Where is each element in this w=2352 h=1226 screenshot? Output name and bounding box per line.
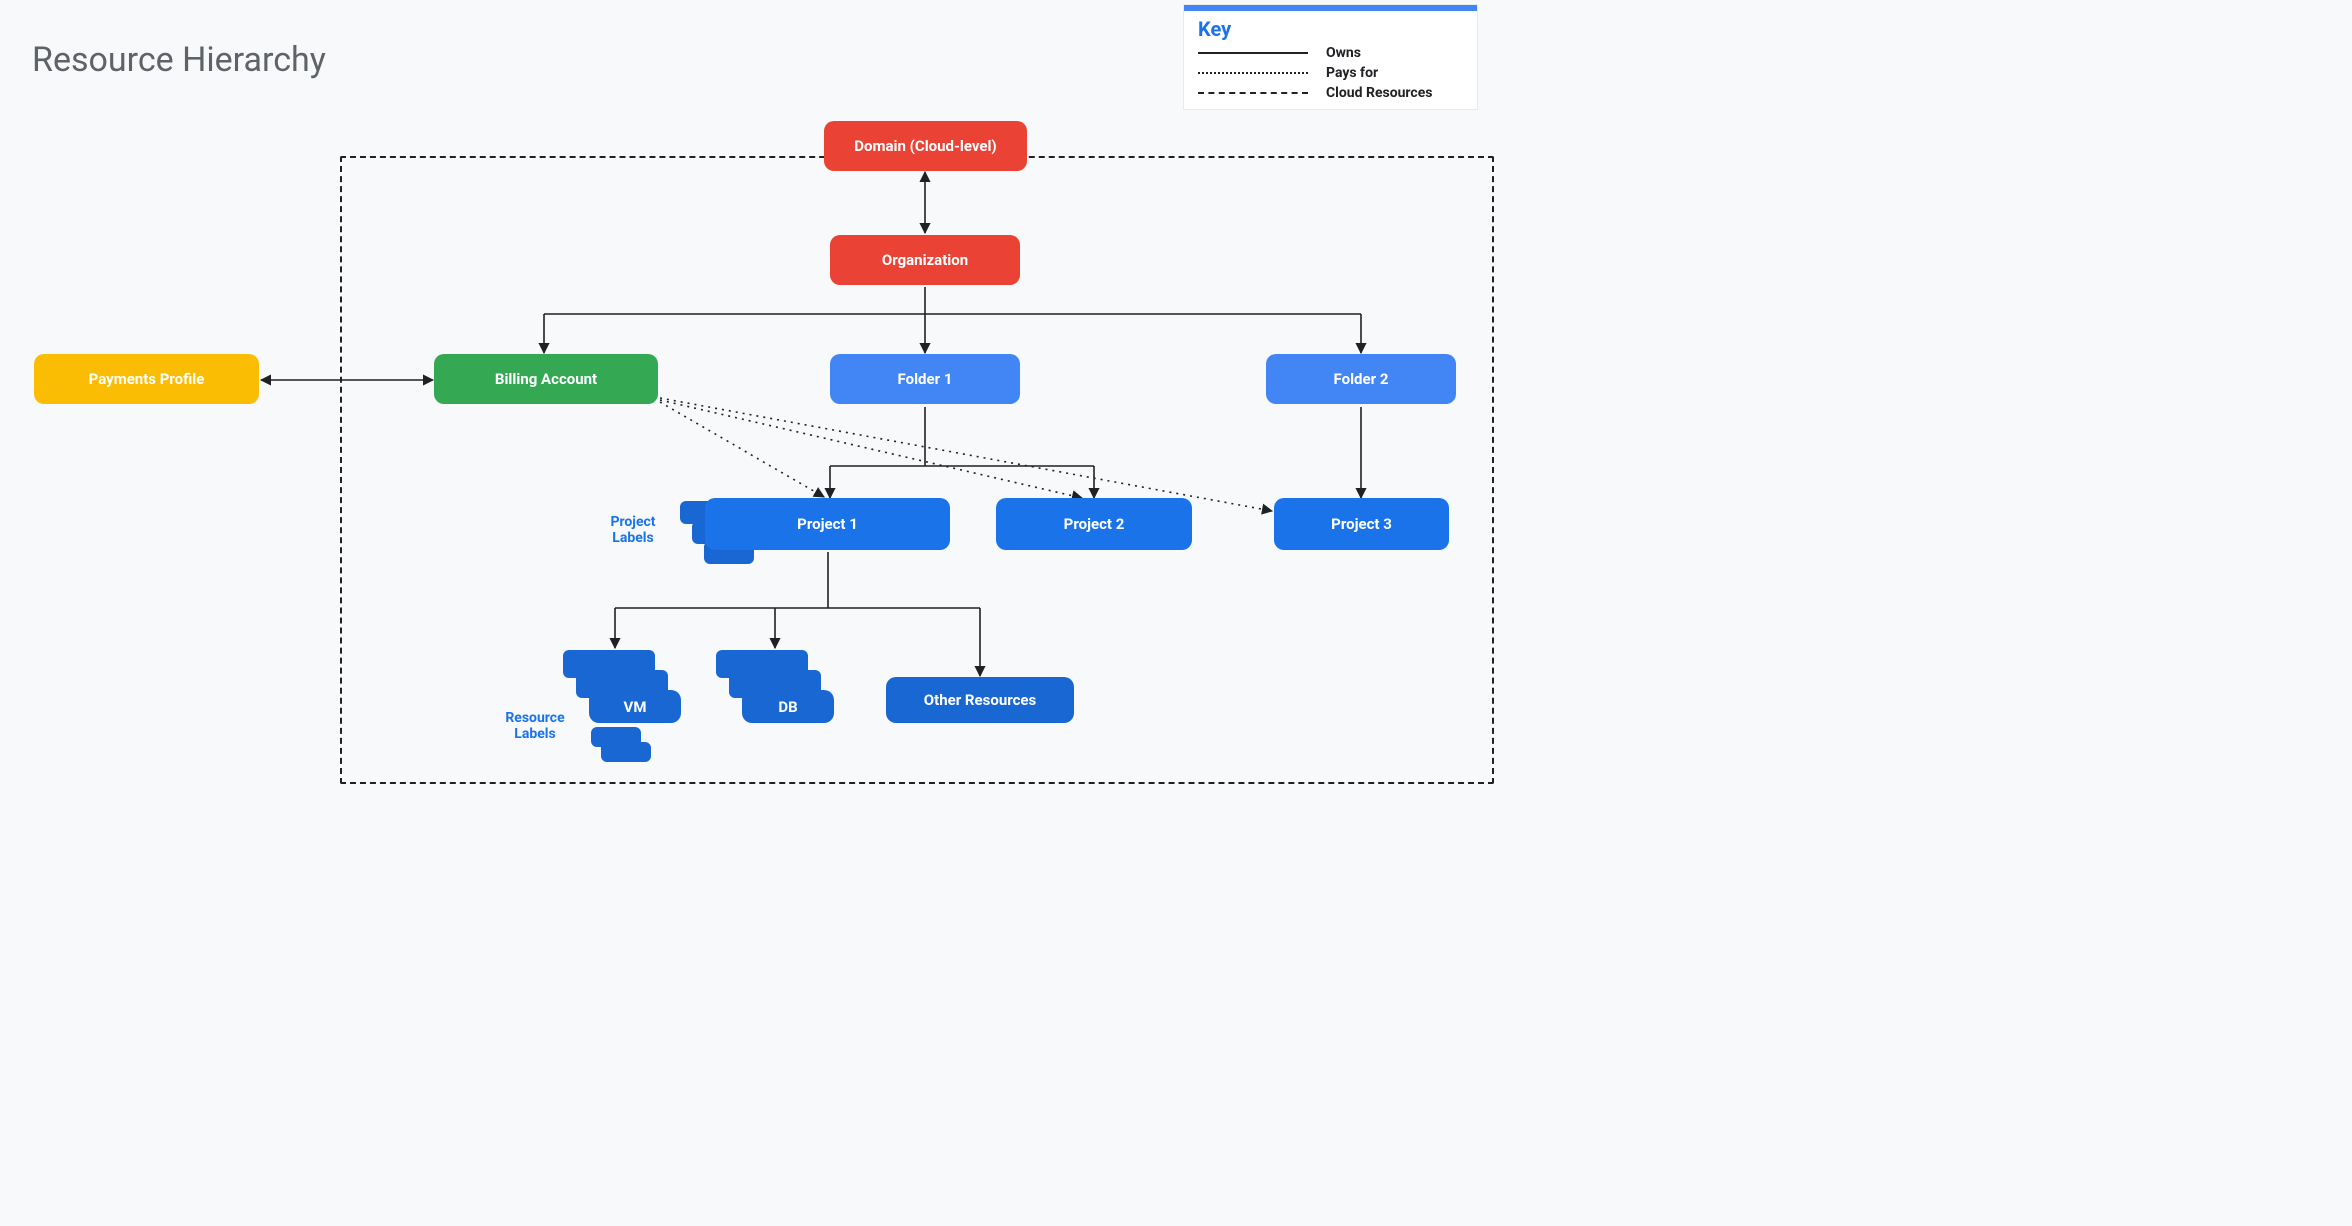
diagram-canvas: Resource Hierarchy <box>0 0 1506 785</box>
legend: Key Owns Pays for Cloud Resources <box>1183 4 1478 110</box>
vm-label-chip <box>601 742 651 762</box>
legend-label: Cloud Resources <box>1326 85 1432 101</box>
legend-label: Pays for <box>1326 65 1378 81</box>
legend-title: Key <box>1184 11 1477 43</box>
legend-row-pays-for: Pays for <box>1184 63 1477 83</box>
legend-label: Owns <box>1326 45 1361 61</box>
node-folder-2: Folder 2 <box>1266 354 1456 404</box>
resource-labels-text: Resource Labels <box>490 710 580 742</box>
node-project-3: Project 3 <box>1274 498 1449 550</box>
project-labels-text: Project Labels <box>598 514 668 546</box>
legend-line-solid <box>1198 52 1308 54</box>
legend-row-owns: Owns <box>1184 43 1477 63</box>
node-project-1: Project 1 <box>705 498 950 550</box>
node-other-resources: Other Resources <box>886 677 1074 723</box>
node-domain: Domain (Cloud-level) <box>824 121 1027 171</box>
legend-line-dotted <box>1198 72 1308 74</box>
node-vm: VM <box>589 690 681 723</box>
node-organization: Organization <box>830 235 1020 285</box>
node-folder-1: Folder 1 <box>830 354 1020 404</box>
diagram-title: Resource Hierarchy <box>32 40 326 80</box>
node-db: DB <box>742 690 834 723</box>
legend-line-dashed <box>1198 92 1308 94</box>
legend-row-cloud-resources: Cloud Resources <box>1184 83 1477 109</box>
node-payments-profile: Payments Profile <box>34 354 259 404</box>
node-project-2: Project 2 <box>996 498 1192 550</box>
node-billing-account: Billing Account <box>434 354 658 404</box>
